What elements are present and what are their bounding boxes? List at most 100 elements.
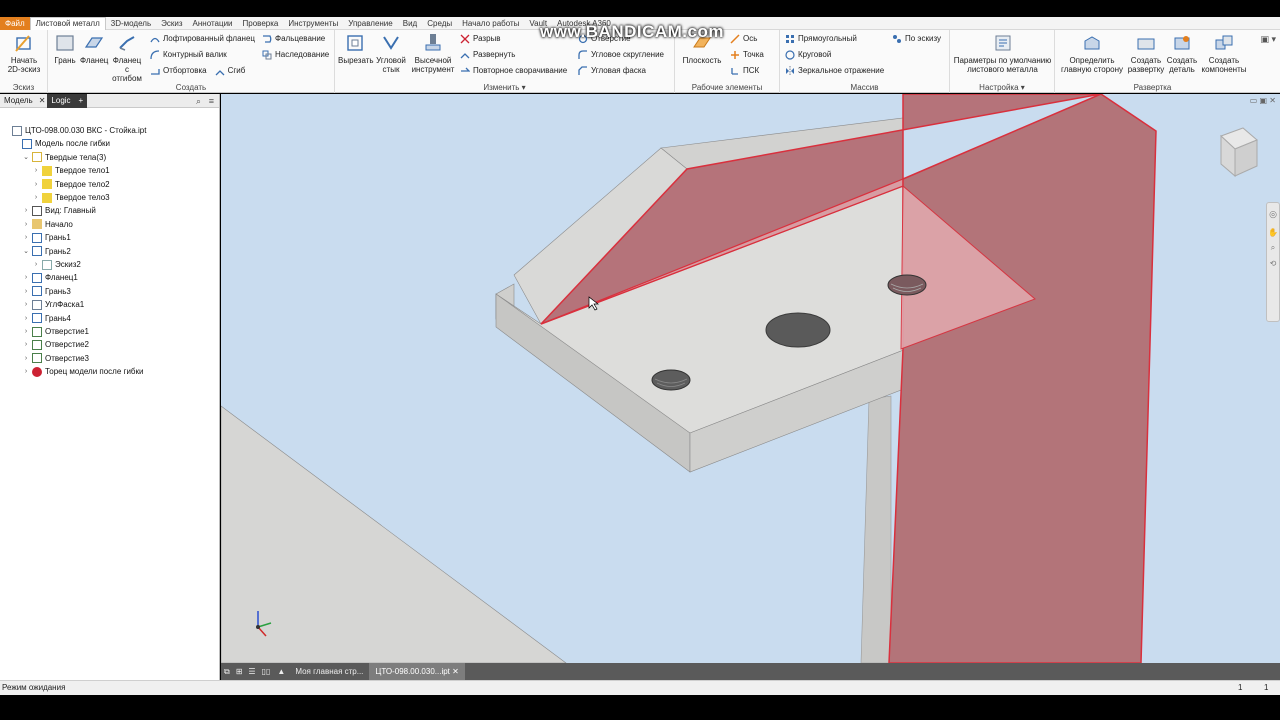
inheritance-button[interactable]: Наследование	[262, 48, 329, 62]
search-icon[interactable]: ⌕	[196, 94, 201, 108]
navigation-bar[interactable]: ◎ ✋ ⌕ ⟲	[1266, 202, 1280, 322]
tab-tools[interactable]: Инструменты	[283, 17, 343, 30]
tab-get-started[interactable]: Начало работы	[457, 17, 524, 30]
expand-toggle-icon[interactable]: ›	[22, 218, 30, 231]
corner-seam-button[interactable]: Угловой стык	[374, 33, 408, 74]
tree-item[interactable]: ⌄ Твердые тела(3)	[22, 151, 106, 164]
expand-toggle-icon[interactable]: ›	[22, 365, 30, 378]
expand-toggle-icon[interactable]: ›	[22, 352, 30, 365]
ucs-button[interactable]: ПСК	[730, 64, 759, 78]
menu-icon[interactable]: ≡	[209, 94, 214, 108]
tab-view[interactable]: Вид	[398, 17, 422, 30]
point-button[interactable]: Точка	[730, 48, 764, 62]
expand-toggle-icon[interactable]: ›	[32, 178, 40, 191]
expand-toggle-icon[interactable]: ›	[22, 231, 30, 244]
expand-toggle-icon[interactable]: ›	[22, 338, 30, 351]
tree-item[interactable]: › Вид: Главный	[22, 204, 96, 217]
doc-menu-icon[interactable]: ▲	[273, 663, 289, 680]
tab-annotate[interactable]: Аннотации	[188, 17, 238, 30]
corner-round-button[interactable]: Угловое скругление	[578, 48, 664, 62]
hem-button[interactable]: Фальцевание	[262, 32, 325, 46]
corner-chamfer-button[interactable]: Угловая фаска	[578, 64, 646, 78]
rip-button[interactable]: Разрыв	[460, 32, 501, 46]
orbit-icon[interactable]: ⟲	[1267, 259, 1279, 268]
expand-toggle-icon[interactable]: ⌄	[22, 245, 30, 258]
hem-icon	[263, 35, 272, 43]
tree-item[interactable]: ⌄ Грань2	[22, 245, 71, 258]
tree-item[interactable]: › Твердое тело3	[32, 191, 110, 204]
tab-sketch[interactable]: Эскиз	[156, 17, 187, 30]
expand-toggle-icon[interactable]: ›	[22, 298, 30, 311]
tab-manage[interactable]: Управление	[343, 17, 397, 30]
window-controls-icon[interactable]: ▭ ▣ ✕	[1250, 96, 1276, 105]
sheet-metal-defaults-button[interactable]: Параметры по умолчанию листового металла	[952, 33, 1053, 74]
tab-model[interactable]: Модель	[0, 94, 37, 108]
tree-item[interactable]: › Отверстие1	[22, 325, 89, 338]
create-part-button[interactable]: Создать деталь	[1165, 33, 1199, 74]
mirror-button[interactable]: Зеркальное отражение	[785, 64, 884, 78]
tree-item[interactable]: › Грань3	[22, 285, 71, 298]
expand-toggle-icon[interactable]: ›	[22, 204, 30, 217]
define-a-side-button[interactable]: Определить главную сторону	[1058, 33, 1126, 74]
tree-item[interactable]: › Фланец1	[22, 271, 78, 284]
tree-item[interactable]: Модель после гибки	[12, 137, 110, 150]
tab-environments[interactable]: Среды	[422, 17, 457, 30]
close-tab-icon[interactable]: ✕	[37, 94, 48, 108]
hem-edge-button[interactable]: Отбортовка Сгиб	[150, 64, 245, 78]
refold-button[interactable]: Повторное сворачивание	[460, 64, 567, 78]
tab-active-part[interactable]: ЦТО-098.00.030...ipt ✕	[369, 663, 465, 680]
unfold-button[interactable]: Развернуть	[460, 48, 515, 62]
expand-toggle-icon[interactable]: ›	[32, 258, 40, 271]
tree-item[interactable]: › Отверстие3	[22, 352, 89, 365]
rect-pattern-button[interactable]: Прямоугольный	[785, 32, 857, 46]
sketch-pattern-button[interactable]: По эскизу	[892, 32, 941, 46]
expand-toggle-icon[interactable]: ›	[32, 191, 40, 204]
tree-item[interactable]: › Грань1	[22, 231, 71, 244]
zoom-icon[interactable]: ⌕	[1267, 243, 1279, 253]
tab-logic[interactable]: Logic	[47, 93, 75, 108]
cascade-icon[interactable]: ⧉	[221, 663, 233, 680]
tree-item[interactable]: › Торец модели после гибки	[22, 365, 143, 378]
create-flat-button[interactable]: Создать развертку	[1127, 33, 1165, 74]
end-of-part-icon	[32, 366, 42, 377]
face-button[interactable]: Грань	[52, 33, 78, 65]
expand-toggle-icon[interactable]: ›	[22, 285, 30, 298]
pan-icon[interactable]: ✋	[1267, 228, 1279, 237]
tree-item[interactable]: › УглФаска1	[22, 298, 84, 311]
tile-vertical-icon[interactable]: ▯▯	[259, 663, 274, 680]
add-tab-icon[interactable]: +	[74, 93, 88, 108]
close-doc-icon[interactable]: ✕	[452, 667, 459, 676]
ribbon-options-icon[interactable]: ▣ ▾	[1260, 34, 1276, 45]
expand-toggle-icon[interactable]: ›	[32, 164, 40, 177]
tree-item[interactable]: › Начало	[22, 218, 73, 231]
tab-inspect[interactable]: Проверка	[238, 17, 284, 30]
cut-button[interactable]: Вырезать	[338, 33, 374, 65]
tab-file[interactable]: Файл	[0, 16, 30, 30]
tile-horizontal-icon[interactable]: ☰	[245, 663, 258, 680]
contour-roll-button[interactable]: Контурный валик	[150, 48, 227, 62]
flange-button[interactable]: Фланец	[80, 33, 108, 65]
graphics-viewport[interactable]: ◎ ✋ ⌕ ⟲ ▭ ▣ ✕	[221, 94, 1280, 663]
circ-pattern-button[interactable]: Круговой	[785, 48, 831, 62]
flange-bend-button[interactable]: Фланец с отгибом	[110, 33, 144, 83]
start-sketch-button[interactable]: Начать 2D-эскиз	[4, 33, 44, 74]
tab-3d-model[interactable]: 3D-модель	[106, 17, 156, 30]
tab-my-home[interactable]: Моя главная стр...	[289, 663, 369, 680]
create-components-button[interactable]: Создать компоненты	[1199, 33, 1249, 74]
expand-toggle-icon[interactable]: ›	[22, 325, 30, 338]
expand-toggle-icon[interactable]: ›	[22, 312, 30, 325]
tree-item[interactable]: › Эскиз2	[32, 258, 81, 271]
punch-tool-button[interactable]: Высечной инструмент	[410, 33, 456, 74]
lofted-flange-button[interactable]: Лофтированный фланец	[150, 32, 255, 46]
tab-sheet-metal[interactable]: Листовой металл	[29, 16, 106, 30]
tree-item[interactable]: ЦТО-098.00.030 ВКС - Стойка.ipt	[2, 124, 146, 137]
full-nav-wheel-icon[interactable]: ◎	[1267, 209, 1279, 220]
tree-item[interactable]: › Отверстие2	[22, 338, 89, 351]
tree-item[interactable]: › Грань4	[22, 312, 71, 325]
axis-button[interactable]: Ось	[730, 32, 757, 46]
tile-icon[interactable]: ⊞	[233, 663, 246, 680]
expand-toggle-icon[interactable]: ⌄	[22, 151, 30, 164]
tree-item[interactable]: › Твердое тело1	[32, 164, 110, 177]
expand-toggle-icon[interactable]: ›	[22, 271, 30, 284]
tree-item[interactable]: › Твердое тело2	[32, 178, 110, 191]
